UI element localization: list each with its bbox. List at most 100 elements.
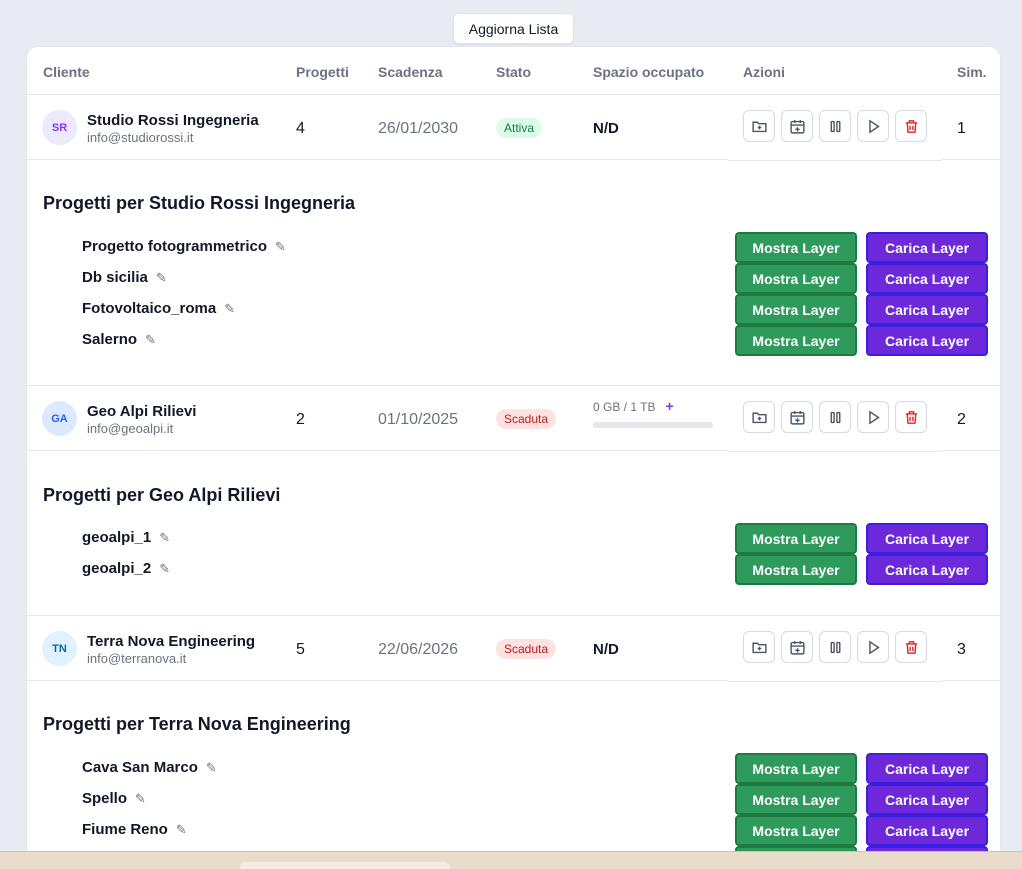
refresh-list-button[interactable]: Aggiorna Lista: [453, 13, 574, 44]
project-item: Cava San Marco ✎ Mostra Layer Carica Laye…: [82, 753, 988, 784]
show-layer-button[interactable]: Mostra Layer: [735, 325, 857, 356]
projects-count: 4: [296, 120, 305, 137]
header-client[interactable]: Cliente: [43, 64, 90, 80]
play-button[interactable]: [857, 631, 889, 663]
load-layer-button[interactable]: Carica Layer: [866, 263, 988, 294]
clients-card: Cliente Progetti Scadenza Stato Spazio o…: [26, 46, 1001, 869]
pencil-icon[interactable]: ✎: [156, 270, 167, 286]
actions-cell: [728, 386, 942, 452]
folder-plus-button[interactable]: [743, 110, 775, 142]
pencil-icon[interactable]: ✎: [224, 301, 235, 317]
client-name: Terra Nova Engineering: [87, 633, 256, 650]
pause-button[interactable]: [819, 110, 851, 142]
trash-icon: [905, 640, 917, 654]
sim-value: 1: [957, 120, 966, 137]
taskbar-tab[interactable]: [240, 862, 450, 869]
project-item: geoalpi_1 ✎ Mostra Layer Carica Layer: [82, 523, 988, 554]
show-layer-button[interactable]: Mostra Layer: [735, 784, 857, 815]
header-projects[interactable]: Progetti: [296, 64, 349, 80]
play-icon: [868, 119, 880, 133]
projects-count: 5: [296, 641, 305, 658]
pencil-icon[interactable]: ✎: [275, 239, 286, 255]
delete-button[interactable]: [895, 631, 927, 663]
avatar: SR: [42, 110, 77, 145]
load-layer-button[interactable]: Carica Layer: [866, 554, 988, 585]
header-sim[interactable]: Sim.: [957, 64, 987, 80]
status-badge: Scaduta: [496, 409, 557, 429]
load-layer-button[interactable]: Carica Layer: [866, 815, 988, 846]
client-email: info@geoalpi.it: [87, 421, 174, 436]
taskbar-strip: [0, 851, 1022, 869]
folder-plus-icon: [751, 642, 767, 653]
calendar-plus-icon: [789, 119, 805, 134]
add-space-button[interactable]: +: [665, 398, 673, 414]
delete-button[interactable]: [895, 110, 927, 142]
client-email: info@terranova.it: [87, 651, 187, 666]
pencil-icon[interactable]: ✎: [176, 822, 187, 838]
load-layer-button[interactable]: Carica Layer: [866, 232, 988, 263]
space-text: 0 GB / 1 TB: [593, 400, 656, 414]
pencil-icon[interactable]: ✎: [159, 530, 170, 546]
play-button[interactable]: [857, 110, 889, 142]
pause-button[interactable]: [819, 401, 851, 433]
show-layer-button[interactable]: Mostra Layer: [735, 815, 857, 846]
play-icon: [868, 410, 880, 424]
project-name: geoalpi_1 ✎: [82, 529, 171, 546]
project-name: geoalpi_2 ✎: [82, 560, 171, 577]
header-space[interactable]: Spazio occupato: [593, 64, 704, 80]
due-date: 22/06/2026: [378, 641, 459, 658]
load-layer-button[interactable]: Carica Layer: [866, 784, 988, 815]
pencil-icon[interactable]: ✎: [159, 561, 170, 577]
show-layer-button[interactable]: Mostra Layer: [735, 554, 857, 585]
show-layer-button[interactable]: Mostra Layer: [735, 753, 857, 784]
calendar-plus-button[interactable]: [781, 110, 813, 142]
show-layer-button[interactable]: Mostra Layer: [735, 263, 857, 294]
show-layer-button[interactable]: Mostra Layer: [735, 294, 857, 325]
load-layer-button[interactable]: Carica Layer: [866, 523, 988, 554]
project-name: Progetto fotogrammetrico ✎: [82, 238, 286, 255]
calendar-plus-icon: [789, 640, 805, 655]
section-title: Progetti per Studio Rossi Ingegneria: [43, 193, 356, 213]
pause-icon: [830, 120, 840, 132]
play-button[interactable]: [857, 401, 889, 433]
folder-plus-icon: [751, 412, 767, 423]
header-status[interactable]: Stato: [496, 64, 531, 80]
client-row: SR Studio Rossi Ingegneria info@studioro…: [27, 94, 1000, 161]
project-item: Fotovoltaico_roma ✎ Mostra Layer Carica L…: [82, 294, 988, 325]
show-layer-button[interactable]: Mostra Layer: [735, 232, 857, 263]
header-due[interactable]: Scadenza: [378, 64, 443, 80]
sim-value: 3: [957, 641, 966, 658]
pencil-icon[interactable]: ✎: [135, 791, 146, 807]
calendar-plus-button[interactable]: [781, 401, 813, 433]
pencil-icon[interactable]: ✎: [206, 760, 217, 776]
avatar: GA: [42, 401, 77, 436]
play-icon: [868, 640, 880, 654]
calendar-plus-button[interactable]: [781, 631, 813, 663]
pause-icon: [830, 411, 840, 423]
header-actions: Azioni: [743, 64, 785, 80]
load-layer-button[interactable]: Carica Layer: [866, 325, 988, 356]
project-name: Fotovoltaico_roma ✎: [82, 300, 236, 317]
space-value: N/D: [593, 120, 619, 137]
folder-plus-button[interactable]: [743, 631, 775, 663]
project-name: Fiume Reno ✎: [82, 821, 187, 838]
pencil-icon[interactable]: ✎: [145, 332, 156, 348]
pause-button[interactable]: [819, 631, 851, 663]
trash-icon: [905, 119, 917, 133]
show-layer-button[interactable]: Mostra Layer: [735, 523, 857, 554]
load-layer-button[interactable]: Carica Layer: [866, 753, 988, 784]
client-name: Studio Rossi Ingegneria: [87, 112, 259, 129]
space-usage: 0 GB / 1 TB +: [593, 398, 713, 428]
delete-button[interactable]: [895, 401, 927, 433]
client-row: TN Terra Nova Engineering info@terranova…: [27, 615, 1000, 682]
section-title: Progetti per Geo Alpi Rilievi: [43, 485, 281, 505]
avatar: TN: [42, 631, 77, 666]
folder-plus-button[interactable]: [743, 401, 775, 433]
table-header: Cliente Progetti Scadenza Stato Spazio o…: [27, 47, 1000, 95]
status-badge: Attiva: [496, 118, 543, 138]
project-item: Db sicilia ✎ Mostra Layer Carica Layer: [82, 263, 988, 294]
client-email: info@studiorossi.it: [87, 130, 194, 145]
load-layer-button[interactable]: Carica Layer: [866, 294, 988, 325]
project-name: Db sicilia ✎: [82, 269, 167, 286]
project-name: Cava San Marco ✎: [82, 759, 217, 776]
